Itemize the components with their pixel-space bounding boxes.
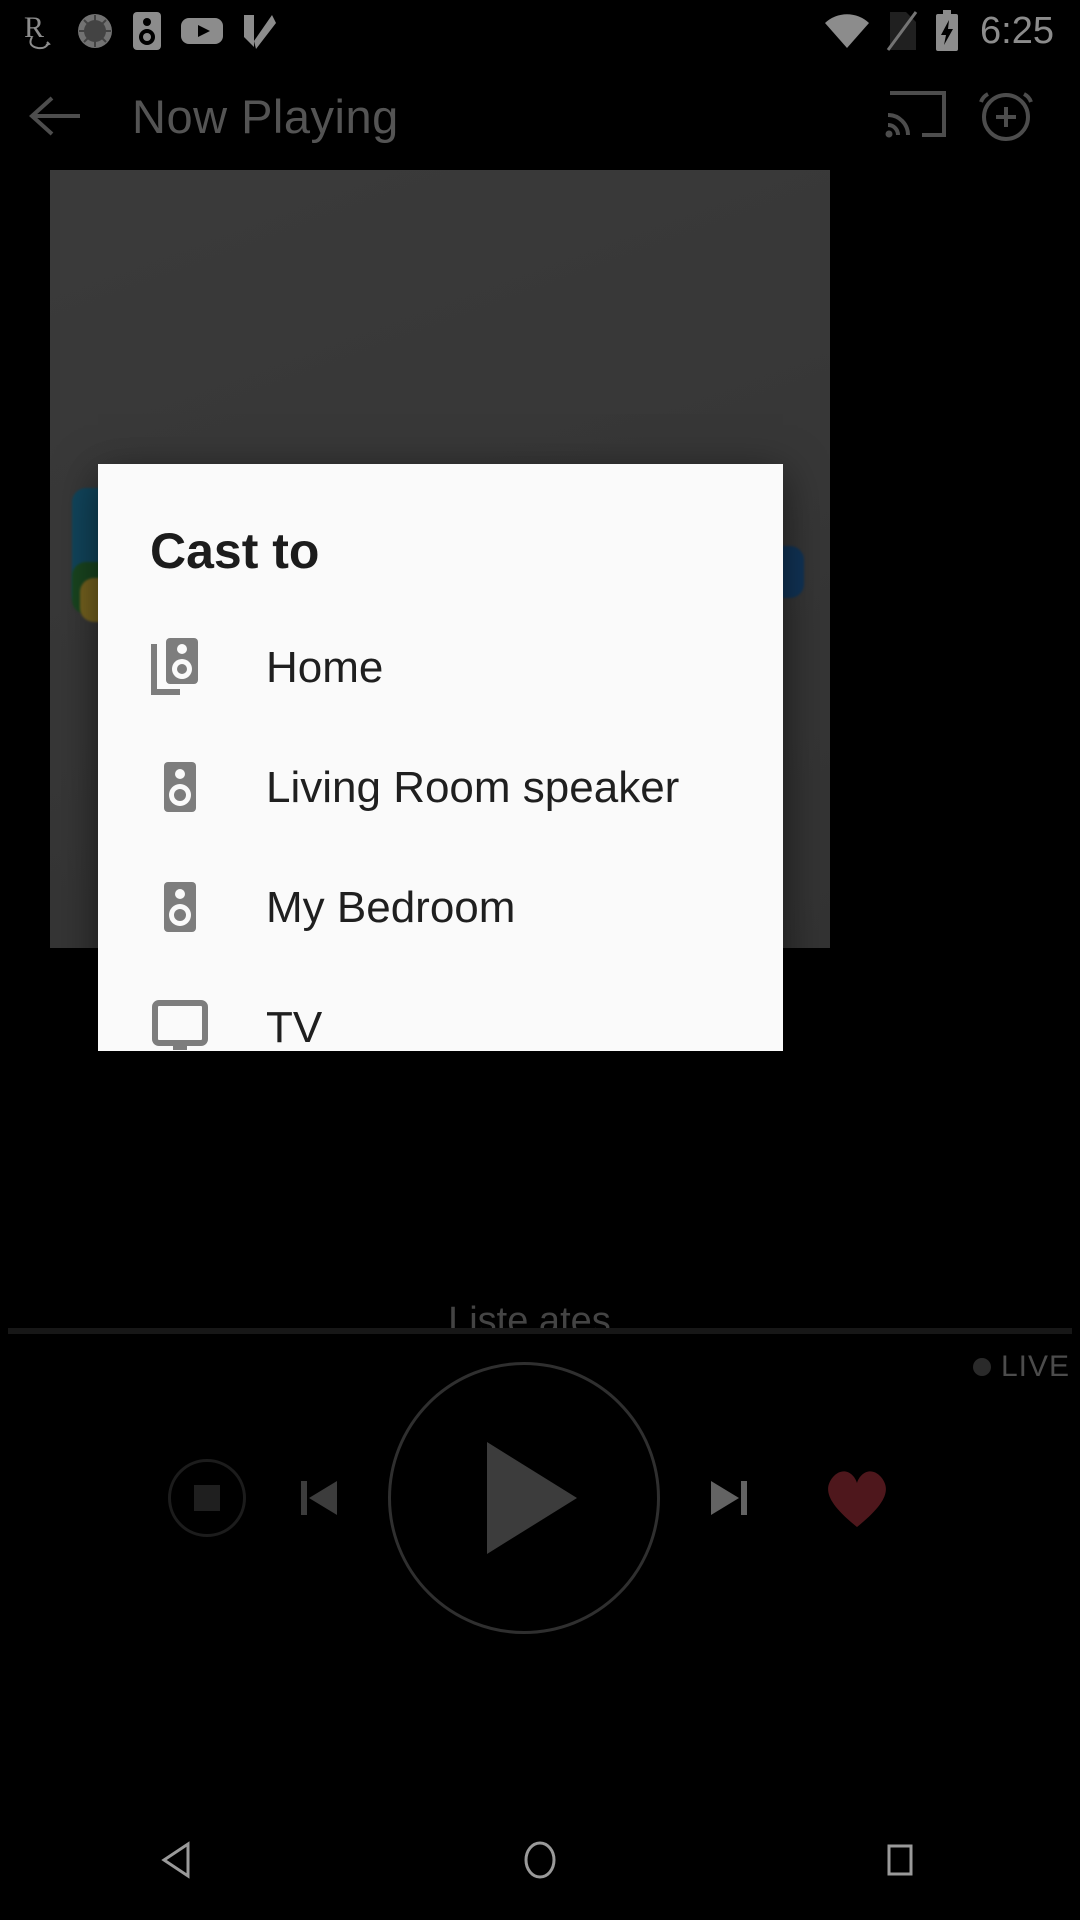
speaker-app-icon	[133, 12, 161, 50]
favorite-button[interactable]	[802, 1443, 912, 1553]
battery-charging-icon	[936, 10, 959, 51]
status-bar-notification-icons: R	[0, 11, 276, 51]
app-bar: Now Playing	[0, 62, 1080, 170]
cast-button[interactable]	[884, 85, 950, 148]
alarm-add-icon	[979, 91, 1033, 141]
play-button[interactable]	[388, 1361, 660, 1634]
wifi-icon	[825, 14, 870, 48]
nav-recents-button[interactable]	[830, 1800, 970, 1920]
speaker-icon	[150, 756, 212, 820]
status-bar: R 6:25	[0, 0, 1080, 62]
skip-previous-icon	[301, 1480, 337, 1515]
back-button[interactable]	[0, 93, 112, 139]
nav-back-button[interactable]	[110, 1800, 250, 1920]
speaker-group-icon	[150, 636, 212, 700]
cast-icon	[885, 90, 946, 137]
speaker-icon	[150, 876, 212, 940]
stop-icon	[194, 1484, 220, 1511]
next-track-button[interactable]	[680, 1450, 776, 1546]
live-label: LIVE	[1000, 1350, 1070, 1383]
app-bar-actions	[884, 82, 1080, 151]
cast-device-item-tv[interactable]: TV	[98, 968, 783, 1051]
nav-recents-square-icon	[887, 1844, 913, 1876]
nav-home-circle-icon	[524, 1841, 556, 1879]
phone-screen: R 6:25 Now Playing Liste ates.. LIVE Cas…	[0, 0, 1080, 1920]
bible-app-icon: R	[24, 11, 51, 50]
arrow-back-icon	[29, 96, 80, 136]
stop-button[interactable]	[168, 1458, 246, 1537]
nav-home-button[interactable]	[470, 1800, 610, 1920]
checkmark-app-icon	[244, 15, 276, 49]
cast-device-item-home[interactable]: Home	[98, 608, 783, 728]
cast-device-item-my-bedroom[interactable]: My Bedroom	[98, 848, 783, 968]
cast-device-list: Home Living Room speaker My Bedroom TV	[98, 608, 783, 1051]
status-bar-system-icons: 6:25	[824, 10, 1080, 52]
alarm-add-button[interactable]	[974, 82, 1038, 151]
cast-device-label: Home	[266, 643, 384, 692]
youtube-icon	[181, 18, 223, 44]
status-bar-clock: 6:25	[980, 10, 1054, 52]
seek-bar-fill	[8, 1328, 1072, 1334]
live-indicator: LIVE	[972, 1350, 1070, 1384]
cast-device-label: Living Room speaker	[266, 763, 680, 812]
seek-bar[interactable]	[8, 1328, 1072, 1334]
skip-next-icon	[711, 1480, 747, 1515]
dialog-title: Cast to	[150, 523, 320, 579]
page-title: Now Playing	[132, 89, 399, 143]
cast-device-label: TV	[266, 1003, 323, 1051]
svg-text:R: R	[24, 11, 44, 44]
transport-controls	[0, 1361, 1080, 1634]
nav-back-triangle-icon	[161, 1841, 190, 1879]
track-subtitle: Liste ates..	[448, 1300, 632, 1342]
no-sim-icon	[886, 11, 918, 51]
sunrise-alarm-icon	[78, 14, 112, 48]
cast-device-item-living-room-speaker[interactable]: Living Room speaker	[98, 728, 783, 848]
live-dot-icon	[972, 1358, 991, 1376]
tv-icon	[150, 999, 212, 1051]
cast-dialog: Cast to Home Living Room speaker My Bedr…	[98, 464, 783, 1051]
previous-track-button[interactable]	[272, 1450, 368, 1546]
heart-icon	[828, 1470, 886, 1527]
play-icon	[487, 1441, 577, 1554]
system-navigation-bar	[0, 1800, 1080, 1920]
cast-device-label: My Bedroom	[266, 883, 516, 932]
